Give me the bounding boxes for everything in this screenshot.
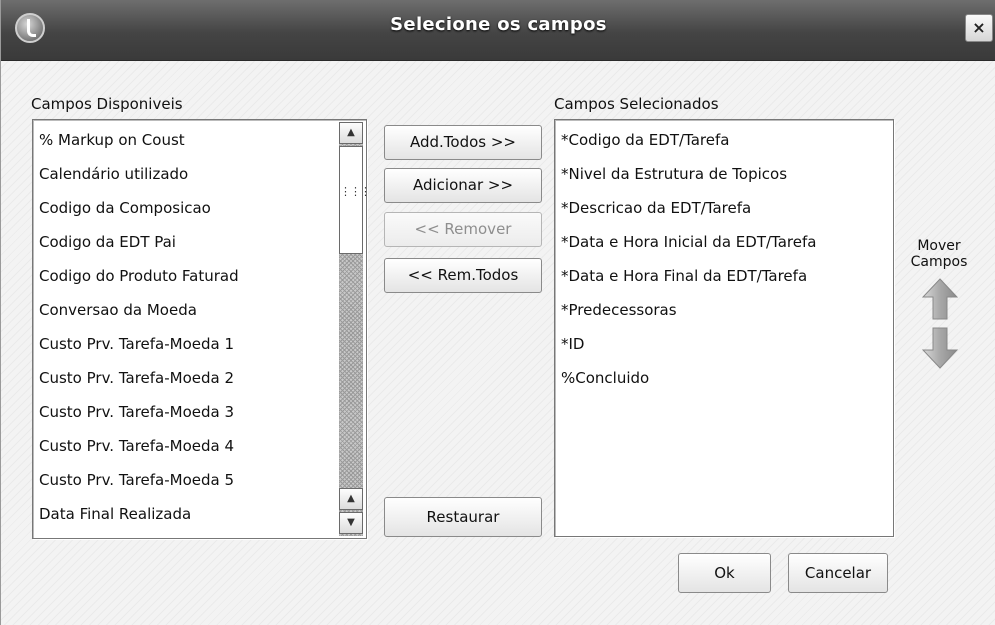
list-item[interactable]: *Nivel da Estrutura de Topicos — [561, 157, 787, 191]
list-item[interactable]: Calendário utilizado — [39, 157, 188, 191]
list-item[interactable]: *ID — [561, 327, 584, 361]
scroll-up-secondary-icon[interactable]: ▲ — [339, 488, 363, 510]
available-fields-list[interactable]: % Markup on Coust Calendário utilizado C… — [32, 119, 371, 539]
restore-button[interactable]: Restaurar — [384, 497, 542, 537]
remove-all-button[interactable]: << Rem.Todos — [384, 258, 542, 293]
list-item[interactable]: Custo Prv. Tarefa-Moeda 5 — [39, 463, 234, 497]
list-item[interactable]: % Markup on Coust — [39, 123, 185, 157]
list-item[interactable]: *Data e Hora Final da EDT/Tarefa — [561, 259, 807, 293]
list-item[interactable]: Codigo do Produto Faturad — [39, 259, 239, 293]
move-fields-label: Mover Campos — [904, 238, 974, 270]
scroll-up-icon[interactable]: ▲ — [339, 122, 363, 144]
add-all-button[interactable]: Add.Todos >> — [384, 125, 542, 160]
ok-button[interactable]: Ok — [678, 553, 771, 593]
list-item[interactable]: Codigo da EDT Pai — [39, 225, 176, 259]
scroll-thumb[interactable]: ⋮⋮⋮ — [339, 146, 371, 254]
cancel-button[interactable]: Cancelar — [788, 553, 888, 593]
dialog-window: Selecione os campos × Campos Disponiveis… — [0, 0, 995, 625]
available-fields-label: Campos Disponiveis — [31, 95, 183, 113]
remove-button[interactable]: << Remover — [384, 212, 542, 247]
arrow-up-icon[interactable] — [922, 278, 958, 320]
title-bar[interactable]: Selecione os campos × — [1, 0, 995, 61]
close-button[interactable]: × — [965, 14, 993, 42]
add-button[interactable]: Adicionar >> — [384, 168, 542, 203]
move-fields-label-line2: Campos — [910, 254, 968, 270]
list-item[interactable]: Custo Prv. Tarefa-Moeda 4 — [39, 429, 234, 463]
list-item[interactable]: Conversao da Moeda — [39, 293, 197, 327]
list-item[interactable]: %Concluido — [561, 361, 649, 395]
list-item[interactable]: *Data e Hora Inicial da EDT/Tarefa — [561, 225, 816, 259]
list-item[interactable]: Custo Prv. Tarefa-Moeda 1 — [39, 327, 234, 361]
list-item[interactable]: Data Final Realizada — [39, 497, 191, 531]
list-item[interactable]: Custo Prv. Tarefa-Moeda 3 — [39, 395, 234, 429]
window-title: Selecione os campos — [390, 14, 607, 35]
selected-fields-label: Campos Selecionados — [554, 95, 719, 113]
list-item[interactable]: Codigo da Composicao — [39, 191, 211, 225]
list-item[interactable]: *Descricao da EDT/Tarefa — [561, 191, 751, 225]
vertical-scrollbar[interactable]: ▲ ⋮⋮⋮ ▲ ▼ — [339, 122, 371, 536]
selected-fields-list[interactable]: *Codigo da EDT/Tarefa *Nivel da Estrutur… — [554, 119, 894, 537]
list-item[interactable]: *Predecessoras — [561, 293, 677, 327]
list-item[interactable]: *Codigo da EDT/Tarefa — [561, 123, 729, 157]
move-fields-label-line1: Mover — [917, 238, 961, 254]
list-item[interactable]: Custo Prv. Tarefa-Moeda 2 — [39, 361, 234, 395]
arrow-down-icon[interactable] — [922, 327, 958, 369]
scroll-down-icon[interactable]: ▼ — [339, 512, 363, 534]
